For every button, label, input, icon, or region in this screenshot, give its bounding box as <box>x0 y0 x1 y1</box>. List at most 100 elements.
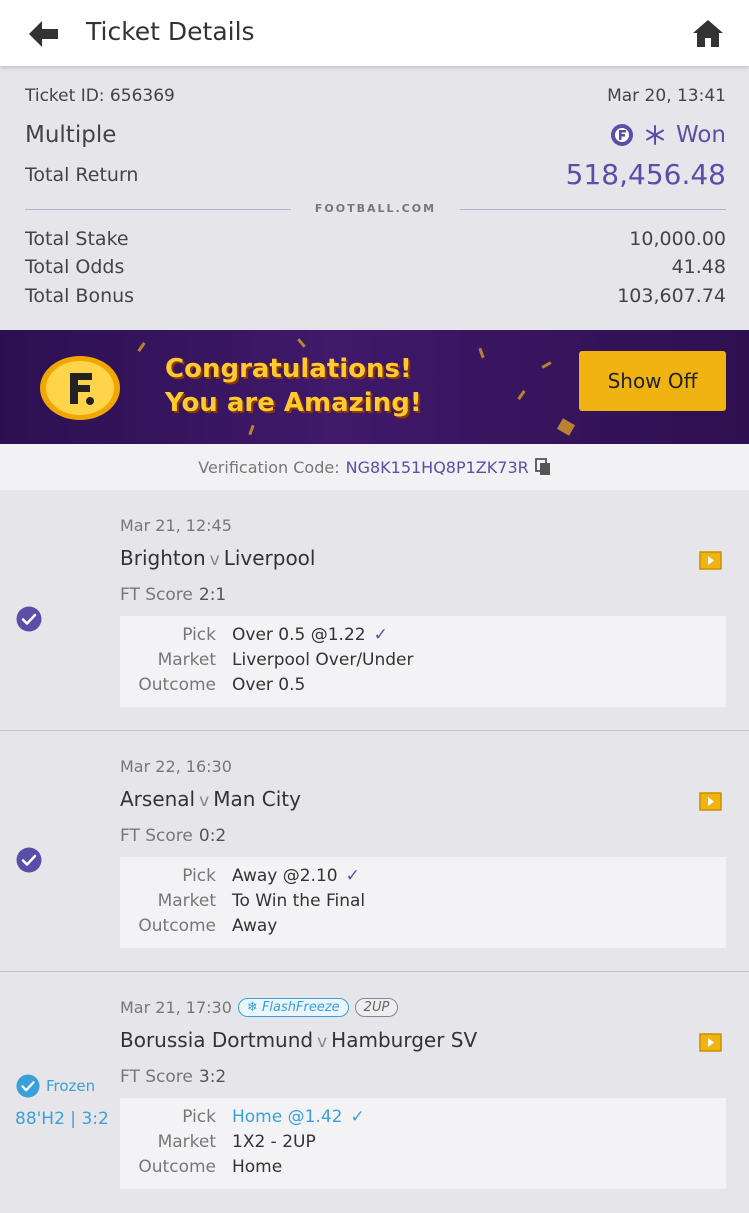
ticket-meta-row: Ticket ID: 656369 Mar 20, 13:41 <box>25 86 726 106</box>
match-date-text: Mar 21, 17:30 <box>120 998 232 1017</box>
outcome-value: Away <box>232 916 278 936</box>
home-icon[interactable] <box>692 18 724 48</box>
check-circle-icon <box>16 847 42 873</box>
bet-type: Multiple <box>25 122 117 148</box>
match-teams: Borussia Dortmund v Hamburger SV <box>120 1028 477 1052</box>
pick-details: Pick Away @2.10 ✓ Market To Win the Final O… <box>120 857 726 948</box>
market-label: Market <box>157 891 216 911</box>
frozen-label: Frozen <box>46 1077 96 1095</box>
match-date: Mar 21, 17:30 ❄ FlashFreeze 2UP <box>120 998 399 1017</box>
market-value: Liverpool Over/Under <box>232 650 414 670</box>
away-team: Hamburger SV <box>331 1028 478 1052</box>
stat-row: Total Stake 10,000.00 <box>25 228 726 250</box>
snowflake-icon <box>645 125 664 145</box>
outcome-label: Outcome <box>138 1157 216 1177</box>
outcome-value: Over 0.5 <box>232 675 306 695</box>
vs-label: v <box>209 550 220 570</box>
verification-code: NG8K151HQ8P1ZK73R <box>345 457 529 477</box>
frozen-status: Frozen <box>16 1074 95 1098</box>
pick-label: Pick <box>182 1107 216 1127</box>
ft-score: FT Score 2:1 <box>120 585 226 605</box>
checkmark-icon: ✓ <box>345 866 360 886</box>
ticket-id: Ticket ID: 656369 <box>25 86 175 106</box>
outcome-label: Outcome <box>138 675 216 695</box>
ft-score-value: 3:2 <box>198 1067 227 1087</box>
market-value: 1X2 - 2UP <box>232 1132 316 1152</box>
total-bonus-label: Total Bonus <box>25 285 135 307</box>
match-teams: Brighton v Liverpool <box>120 546 315 570</box>
flashfreeze-text: FlashFreeze <box>261 1000 340 1015</box>
2up-badge: 2UP <box>354 998 399 1017</box>
total-return-label: Total Return <box>25 163 139 186</box>
pick-value: Home @1.42 <box>232 1107 343 1127</box>
vs-label: v <box>199 791 210 811</box>
ft-score: FT Score 0:2 <box>120 826 226 846</box>
vs-label: v <box>317 1032 328 1052</box>
2up-text: 2UP <box>363 1000 390 1015</box>
ft-score-value: 2:1 <box>198 585 227 605</box>
ft-score-label: FT Score <box>120 585 193 605</box>
show-off-button[interactable]: Show Off <box>579 351 726 411</box>
ticket-summary: Ticket ID: 656369 Mar 20, 13:41 Multiple… <box>0 66 749 330</box>
stat-row: Total Bonus 103,607.74 <box>25 285 726 307</box>
brand-divider: FOOTBALL.COM <box>25 202 726 215</box>
match-card[interactable]: Mar 22, 16:30 Arsenal v Man City FT Score 0… <box>0 731 749 972</box>
app-header: Ticket Details <box>0 0 749 66</box>
outcome-value: Home <box>232 1157 283 1177</box>
market-value: To Win the Final <box>232 891 366 911</box>
pick-label: Pick <box>182 866 216 886</box>
away-team: Man City <box>213 787 301 811</box>
pick-label: Pick <box>182 625 216 645</box>
verification-label: Verification Code: <box>198 457 340 477</box>
check-circle-icon <box>16 606 42 632</box>
ft-score: FT Score 3:2 <box>120 1067 226 1087</box>
pick-details: Pick Over 0.5 @1.22 ✓ Market Liverpool Over… <box>120 616 726 707</box>
checkmark-icon: ✓ <box>373 625 388 645</box>
ft-score-label: FT Score <box>120 826 193 846</box>
total-odds-label: Total Odds <box>25 256 125 278</box>
stats-flag-icon[interactable] <box>699 551 722 570</box>
verification-bar: Verification Code: NG8K151HQ8P1ZK73R <box>0 444 749 490</box>
away-team: Liverpool <box>223 546 316 570</box>
match-card[interactable]: Mar 21, 17:30 ❄ FlashFreeze 2UP Borussia D… <box>0 972 749 1213</box>
back-arrow-icon[interactable] <box>26 18 60 50</box>
brand-label: FOOTBALL.COM <box>314 202 437 215</box>
match-card[interactable]: Mar 21, 12:45 Brighton v Liverpool FT Scor… <box>0 490 749 731</box>
stats-flag-icon[interactable] <box>699 792 722 811</box>
stats-flag-icon[interactable] <box>699 1033 722 1052</box>
ft-score-label: FT Score <box>120 1067 193 1087</box>
match-date: Mar 22, 16:30 <box>120 757 232 776</box>
total-return-value: 518,456.48 <box>565 158 726 191</box>
congrats-banner: Congratulations! You are Amazing! Show O… <box>0 330 749 444</box>
market-label: Market <box>157 650 216 670</box>
congrats-line-1: Congratulations! <box>165 354 412 384</box>
outcome-label: Outcome <box>138 916 216 936</box>
flashfreeze-badge: ❄ FlashFreeze <box>237 998 349 1017</box>
total-return-row: Total Return 518,456.48 <box>25 158 726 191</box>
match-teams: Arsenal v Man City <box>120 787 301 811</box>
home-team: Brighton <box>120 546 206 570</box>
ft-score-value: 0:2 <box>198 826 227 846</box>
pick-value: Away @2.10 <box>232 866 338 886</box>
home-team: Arsenal <box>120 787 196 811</box>
market-label: Market <box>157 1132 216 1152</box>
bet-type-row: Multiple Won <box>25 122 726 148</box>
total-stake-value: 10,000.00 <box>629 228 726 250</box>
ticket-date: Mar 20, 13:41 <box>607 86 726 106</box>
checkmark-icon: ✓ <box>350 1107 365 1127</box>
status-badge: Won <box>610 122 726 148</box>
pick-details: Pick Home @1.42 ✓ Market 1X2 - 2UP Outcome H… <box>120 1098 726 1189</box>
flash-bet-icon <box>610 124 633 146</box>
status-text: Won <box>675 122 726 148</box>
copy-icon[interactable] <box>534 458 551 476</box>
frozen-score: 88'H2 | 3:2 <box>15 1109 109 1129</box>
football-logo-icon <box>40 356 120 420</box>
total-bonus-value: 103,607.74 <box>617 285 726 307</box>
total-odds-value: 41.48 <box>671 256 726 278</box>
match-date: Mar 21, 12:45 <box>120 516 232 535</box>
congrats-line-2: You are Amazing! <box>165 388 422 418</box>
total-stake-label: Total Stake <box>25 228 129 250</box>
frozen-check-icon <box>16 1074 40 1098</box>
page-title: Ticket Details <box>86 17 255 46</box>
stat-row: Total Odds 41.48 <box>25 256 726 278</box>
